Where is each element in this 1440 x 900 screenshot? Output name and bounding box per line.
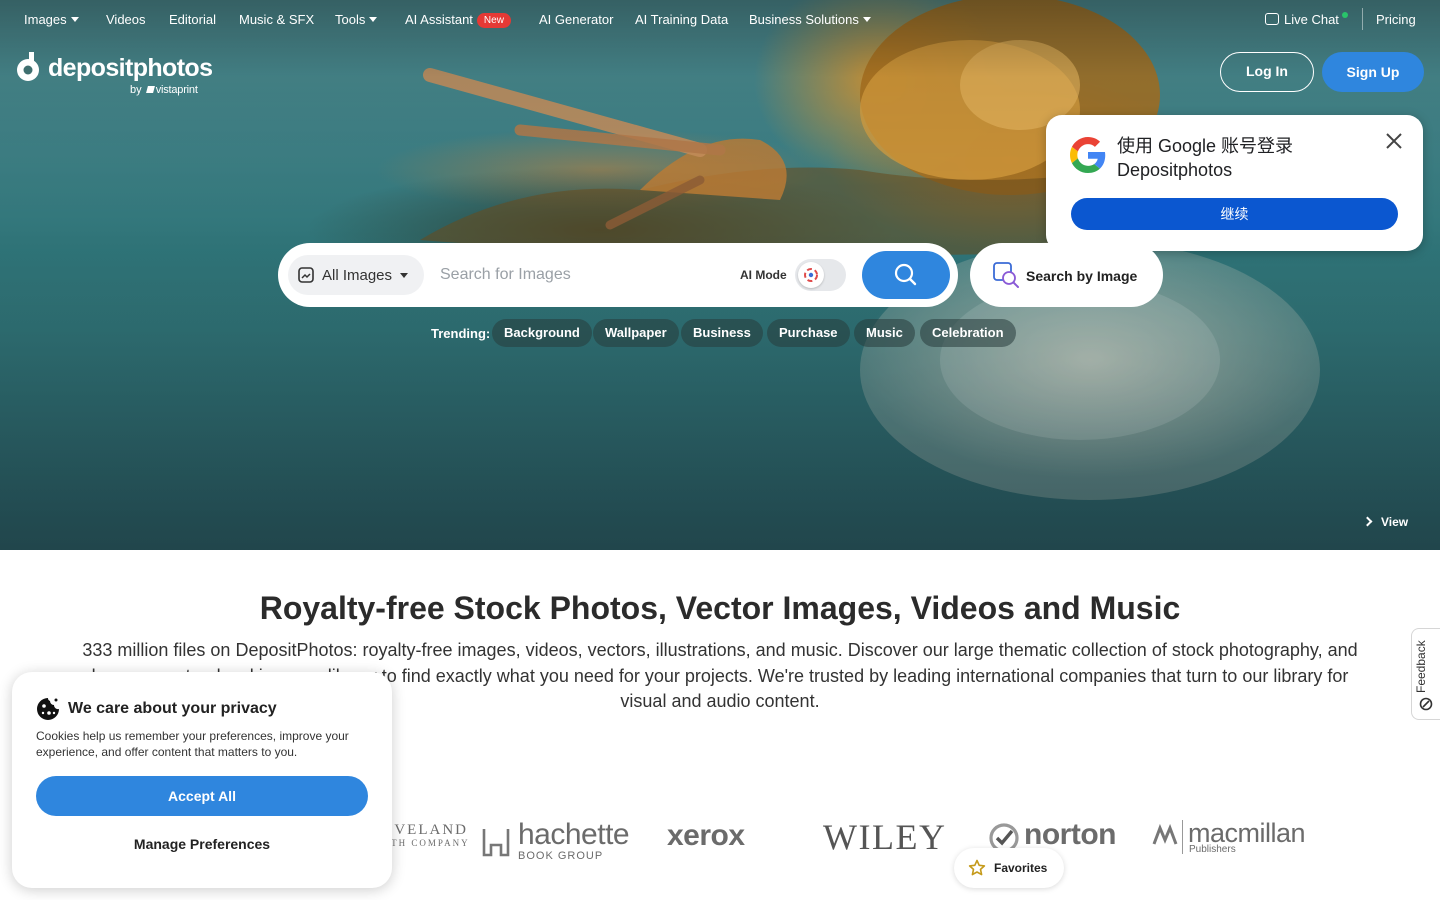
google-signin-popup: 使用 Google 账号登录 Depositphotos 继续 xyxy=(1046,115,1423,251)
nav-ai-assistant[interactable]: AI Assistant New xyxy=(405,12,511,28)
logo-text: depositphotos xyxy=(48,54,213,82)
client-name: xerox xyxy=(667,819,745,852)
cookie-icon xyxy=(37,698,59,720)
image-icon xyxy=(298,267,314,283)
favorites-button[interactable]: Favorites xyxy=(954,848,1064,888)
macmillan-divider xyxy=(1182,820,1183,854)
nav-editorial-label: Editorial xyxy=(169,12,216,27)
trending-chip[interactable]: Business xyxy=(681,319,763,347)
client-logo-xerox: xerox xyxy=(667,819,745,853)
trending-chip[interactable]: Celebration xyxy=(920,319,1016,347)
logo-partner: vistaprint xyxy=(155,84,198,96)
client-sub: BOOK GROUP xyxy=(518,850,604,862)
google-popup-title: 使用 Google 账号登录 Depositphotos xyxy=(1117,136,1294,180)
nav-tools-label: Tools xyxy=(335,12,366,27)
star-icon xyxy=(968,859,986,876)
nav-images[interactable]: Images xyxy=(24,12,79,27)
logo-by-vistaprint: by vistaprint xyxy=(130,84,198,96)
nav-divider xyxy=(1362,8,1363,30)
search-icon xyxy=(894,263,917,286)
nav-images-label: Images xyxy=(24,12,67,27)
nav-editorial[interactable]: Editorial xyxy=(169,12,216,27)
cookie-title: We care about your privacy xyxy=(68,700,277,717)
nav-videos[interactable]: Videos xyxy=(106,12,146,27)
ai-mode-toggle[interactable] xyxy=(795,259,846,291)
trending-label: Trending: xyxy=(431,326,491,341)
favorites-label: Favorites xyxy=(994,861,1048,875)
nav-ai-assistant-label: AI Assistant xyxy=(405,12,473,27)
google-logo-icon xyxy=(1070,137,1106,173)
trending-chip[interactable]: Wallpaper xyxy=(593,319,679,347)
chat-bubble-icon xyxy=(1265,13,1279,25)
signup-button[interactable]: Sign Up xyxy=(1322,52,1424,92)
nav-pricing[interactable]: Pricing xyxy=(1376,12,1416,27)
nav-business-solutions-label: Business Solutions xyxy=(749,12,859,27)
close-icon[interactable] xyxy=(1384,131,1404,151)
online-status-dot xyxy=(1341,12,1348,18)
hero-view-link[interactable]: View xyxy=(1362,515,1409,529)
image-search-icon xyxy=(993,262,1019,288)
nav-videos-label: Videos xyxy=(106,12,146,27)
macmillan-mark-icon xyxy=(1152,824,1178,845)
client-logo-wiley: WILEY xyxy=(823,816,946,858)
content-type-label: All Images xyxy=(322,267,393,284)
client-name: hachette xyxy=(518,818,630,851)
nav-music-sfx-label: Music & SFX xyxy=(239,12,315,27)
client-sub: Publishers xyxy=(1189,844,1236,855)
new-badge: New xyxy=(476,13,511,28)
top-navigation: Images Videos Editorial Music & SFX Tool… xyxy=(0,0,1440,40)
live-chat-link[interactable]: Live Chat xyxy=(1265,12,1348,27)
chevron-down-icon xyxy=(70,17,79,22)
search-input[interactable] xyxy=(440,257,730,293)
search-by-image-label: Search by Image xyxy=(1026,268,1138,284)
nav-ai-generator[interactable]: AI Generator xyxy=(539,12,613,27)
cookie-consent-banner: We care about your privacy Cookies help … xyxy=(12,672,392,888)
live-chat-label: Live Chat xyxy=(1284,12,1339,27)
chevron-right-icon xyxy=(1362,516,1373,527)
nav-pricing-label: Pricing xyxy=(1376,12,1416,27)
login-button[interactable]: Log In xyxy=(1220,52,1314,92)
nav-music-sfx[interactable]: Music & SFX xyxy=(239,12,314,27)
nav-ai-training-data[interactable]: AI Training Data xyxy=(635,12,728,27)
accept-all-button[interactable]: Accept All xyxy=(36,776,368,816)
ai-sparkle-icon xyxy=(804,268,818,282)
chevron-down-icon xyxy=(369,17,378,22)
search-by-image-button[interactable]: Search by Image xyxy=(970,243,1163,307)
feedback-tab[interactable]: Feedback xyxy=(1411,628,1440,720)
page-title: Royalty-free Stock Photos, Vector Images… xyxy=(259,590,1181,626)
google-continue-button[interactable]: 继续 xyxy=(1071,198,1398,230)
hachette-mark-icon xyxy=(482,829,510,857)
ai-mode-label: AI Mode xyxy=(740,268,787,282)
client-name: norton xyxy=(1024,818,1116,851)
feedback-icon xyxy=(1419,697,1433,711)
nav-ai-training-data-label: AI Training Data xyxy=(635,12,729,27)
trending-chip[interactable]: Music xyxy=(854,319,915,347)
hero-view-label: View xyxy=(1381,515,1409,529)
client-name: WILEY xyxy=(823,817,947,857)
logo-by-text: by xyxy=(130,84,142,96)
nav-tools[interactable]: Tools xyxy=(335,12,378,27)
trending-chip[interactable]: Purchase xyxy=(767,319,850,347)
chevron-down-icon xyxy=(862,17,871,22)
manage-preferences-button[interactable]: Manage Preferences xyxy=(36,836,368,852)
nav-business-solutions[interactable]: Business Solutions xyxy=(749,12,871,27)
logo-mark-icon xyxy=(17,52,39,81)
feedback-label: Feedback xyxy=(1414,640,1428,693)
search-button[interactable] xyxy=(862,251,950,299)
ai-toggle-knob xyxy=(798,262,824,288)
chevron-down-icon xyxy=(400,273,408,278)
intro-text-line-1: 333 million files on DepositPhotos: roya… xyxy=(82,640,1358,660)
content-type-select[interactable]: All Images xyxy=(288,255,424,295)
nav-ai-generator-label: AI Generator xyxy=(539,12,614,27)
trending-chip[interactable]: Background xyxy=(492,319,592,347)
vistaprint-icon xyxy=(145,86,155,93)
cookie-text: Cookies help us remember your preference… xyxy=(36,729,349,759)
search-bar: All Images AI Mode xyxy=(278,243,958,307)
